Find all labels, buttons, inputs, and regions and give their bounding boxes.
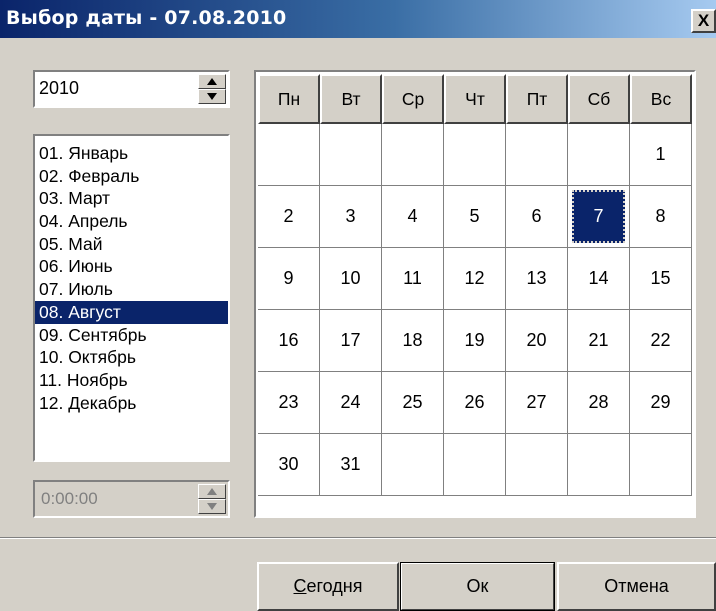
day-cell[interactable]: 17 (320, 310, 382, 372)
month-item[interactable]: 07. Июль (35, 278, 228, 301)
day-cell[interactable]: 28 (568, 372, 630, 434)
month-item[interactable]: 09. Сентябрь (35, 324, 228, 347)
day-cell[interactable]: 15 (630, 248, 692, 310)
month-item[interactable]: 03. Март (35, 187, 228, 210)
month-item[interactable]: 11. Ноябрь (35, 369, 228, 392)
day-cell[interactable]: 22 (630, 310, 692, 372)
day-cell[interactable]: 3 (320, 186, 382, 248)
day-cell[interactable]: 31 (320, 434, 382, 496)
empty-cell (258, 124, 320, 186)
day-cell[interactable]: 18 (382, 310, 444, 372)
weekday-header: Ср (382, 74, 444, 124)
day-cell[interactable]: 11 (382, 248, 444, 310)
empty-cell (382, 434, 444, 496)
empty-cell (382, 124, 444, 186)
time-increment-button (198, 484, 226, 499)
day-cell[interactable]: 23 (258, 372, 320, 434)
empty-cell (568, 434, 630, 496)
arrow-down-icon (207, 93, 217, 100)
close-icon: X (697, 11, 710, 30)
day-cell-selected[interactable]: 7 (568, 186, 630, 248)
day-cell[interactable]: 27 (506, 372, 568, 434)
weekday-header: Вс (630, 74, 692, 124)
month-item[interactable]: 05. Май (35, 233, 228, 256)
year-spinner[interactable]: 2010 (33, 70, 230, 108)
day-cell[interactable]: 24 (320, 372, 382, 434)
month-item[interactable]: 10. Октябрь (35, 346, 228, 369)
weekday-header: Сб (568, 74, 630, 124)
day-cell[interactable]: 30 (258, 434, 320, 496)
day-cell[interactable]: 6 (506, 186, 568, 248)
empty-cell (320, 124, 382, 186)
weekday-header: Чт (444, 74, 506, 124)
month-list[interactable]: 01. Январь 02. Февраль 03. Март 04. Апрель 0… (33, 134, 230, 462)
day-cell[interactable]: 4 (382, 186, 444, 248)
day-cell[interactable]: 12 (444, 248, 506, 310)
empty-cell (444, 124, 506, 186)
day-cell[interactable]: 20 (506, 310, 568, 372)
window-title: Выбор даты - 07.08.2010 (6, 7, 287, 29)
today-accel: С (293, 576, 307, 596)
calendar-grid: Пн Вт Ср Чт Пт Сб Вс 1 2 3 4 5 6 7 8 9 10 11 12 13 14 15 16 17 1… (254, 70, 696, 518)
empty-cell (630, 434, 692, 496)
month-item[interactable]: 08. Август (35, 300, 228, 324)
month-item[interactable]: 01. Январь (35, 142, 228, 165)
day-cell[interactable]: 13 (506, 248, 568, 310)
month-item[interactable]: 04. Апрель (35, 210, 228, 233)
day-cell[interactable]: 16 (258, 310, 320, 372)
year-increment-button[interactable] (198, 74, 226, 89)
day-cell[interactable]: 14 (568, 248, 630, 310)
close-button[interactable]: X (691, 9, 716, 33)
day-cell[interactable]: 8 (630, 186, 692, 248)
weekday-header: Вт (320, 74, 382, 124)
time-spin-buttons (198, 484, 226, 514)
day-cell[interactable]: 25 (382, 372, 444, 434)
arrow-down-icon (207, 503, 217, 510)
today-button[interactable]: Сегодня (257, 562, 399, 611)
day-cell[interactable]: 10 (320, 248, 382, 310)
cancel-label: Отмена (604, 576, 669, 596)
month-item[interactable]: 02. Февраль (35, 165, 228, 188)
divider (0, 537, 716, 539)
empty-cell (568, 124, 630, 186)
arrow-up-icon (207, 488, 217, 495)
empty-cell (506, 434, 568, 496)
month-item[interactable]: 06. Июнь (35, 255, 228, 278)
arrow-up-icon (207, 78, 217, 85)
calendar-cells: Пн Вт Ср Чт Пт Сб Вс 1 2 3 4 5 6 7 8 9 10 11 12 13 14 15 16 17 1… (258, 74, 692, 496)
day-cell[interactable]: 26 (444, 372, 506, 434)
year-decrement-button[interactable] (198, 89, 226, 104)
day-cell[interactable]: 19 (444, 310, 506, 372)
time-decrement-button (198, 499, 226, 514)
day-cell[interactable]: 1 (630, 124, 692, 186)
day-cell[interactable]: 5 (444, 186, 506, 248)
day-cell[interactable]: 21 (568, 310, 630, 372)
day-cell[interactable]: 9 (258, 248, 320, 310)
month-item[interactable]: 12. Декабрь (35, 392, 228, 415)
empty-cell (506, 124, 568, 186)
day-cell[interactable]: 29 (630, 372, 692, 434)
year-input[interactable]: 2010 (39, 78, 79, 99)
ok-button[interactable]: Ок (400, 562, 555, 611)
day-cell[interactable]: 2 (258, 186, 320, 248)
title-bar[interactable]: Выбор даты - 07.08.2010 X (0, 0, 716, 38)
weekday-header: Пт (506, 74, 568, 124)
time-input: 0:00:00 (41, 489, 98, 508)
empty-cell (444, 434, 506, 496)
year-spin-buttons[interactable] (198, 74, 226, 104)
selected-day-label: 7 (572, 190, 625, 243)
cancel-button[interactable]: Отмена (557, 562, 716, 611)
weekday-header: Пн (258, 74, 320, 124)
today-label: егодня (306, 576, 363, 596)
time-spinner: 0:00:00 (33, 480, 230, 518)
date-picker-dialog: Выбор даты - 07.08.2010 X 2010 01. Январ… (0, 0, 716, 611)
ok-label: Ок (466, 576, 489, 596)
